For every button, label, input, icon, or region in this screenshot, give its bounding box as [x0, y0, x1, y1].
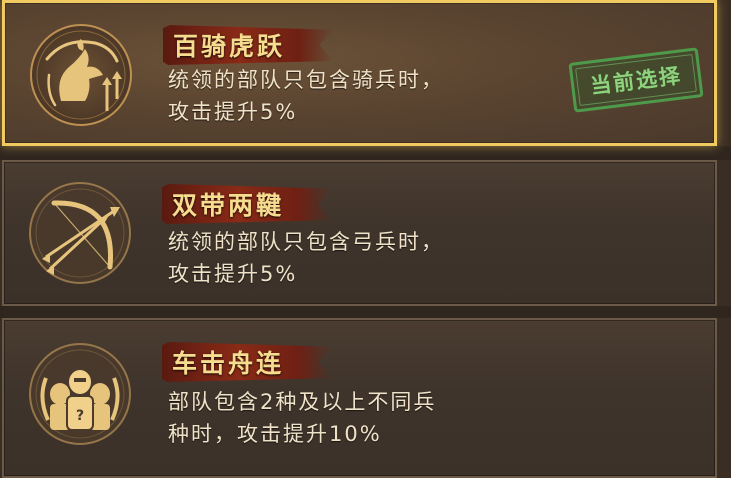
desc-line-2: 攻击提升5% — [168, 100, 298, 124]
card-gap — [0, 146, 731, 160]
card-gap — [0, 306, 731, 318]
title-banner: 百骑虎跃 — [163, 25, 333, 65]
desc-line-1: 统领的部队只包含弓兵时， — [168, 230, 444, 254]
card-description: 统领的部队只包含弓兵时， 攻击提升5% — [168, 226, 588, 290]
desc-line-1: 统领的部队只包含骑兵时， — [168, 68, 444, 92]
title-banner: 双带两鞬 — [162, 184, 332, 224]
desc-line-2: 攻击提升5% — [168, 262, 298, 286]
bow-arrows-emblem-icon — [24, 177, 136, 289]
desc-line-1: 部队包含2种及以上不同兵 — [168, 390, 437, 414]
armored-soldiers-emblem-icon: ? — [24, 338, 136, 450]
title-banner: 车击舟连 — [162, 342, 332, 382]
stamp-label: 当前选择 — [589, 63, 684, 99]
card-description: 部队包含2种及以上不同兵 种时，攻击提升10% — [168, 386, 588, 450]
svg-text:?: ? — [76, 408, 84, 424]
desc-line-2: 种时，攻击提升10% — [168, 422, 382, 446]
card-description: 统领的部队只包含骑兵时， 攻击提升5% — [168, 64, 588, 128]
card-title: 百骑虎跃 — [173, 32, 286, 61]
card-title: 车击舟连 — [172, 349, 285, 378]
card-title: 双带两鞬 — [172, 191, 285, 220]
horse-emblem-icon — [25, 19, 137, 131]
current-selection-stamp: 当前选择 — [568, 47, 704, 113]
